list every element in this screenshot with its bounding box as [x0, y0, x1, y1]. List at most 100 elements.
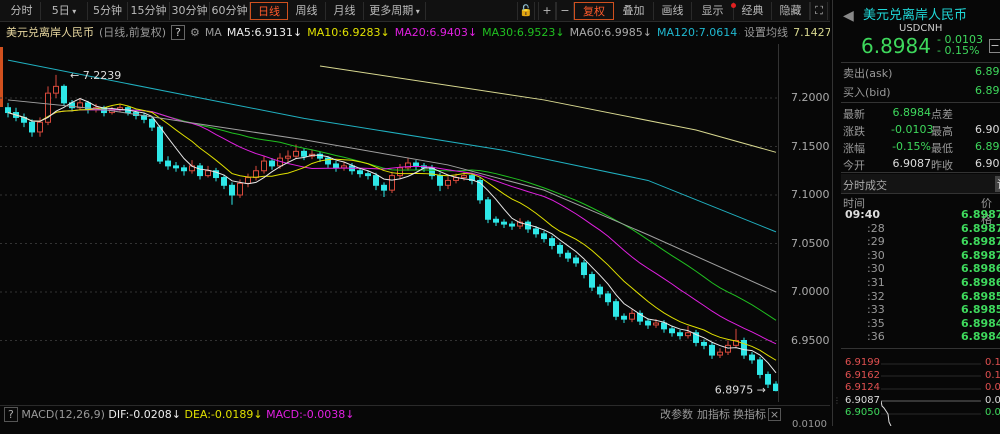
candle [717, 348, 723, 358]
period-tab-2[interactable]: 5分钟 [88, 2, 128, 20]
candle [205, 165, 211, 178]
candle-body [557, 244, 563, 254]
tick-price: 6.8987 [961, 221, 1000, 235]
lock-icon[interactable]: 🔓 [517, 2, 535, 20]
candle [733, 328, 739, 349]
stat-label: 点差 [931, 108, 953, 121]
candle-body [373, 175, 379, 186]
candle [749, 352, 755, 364]
dea-value: DEA:-0.0189↓ [184, 408, 263, 421]
zoom-in-button[interactable]: + [538, 2, 556, 20]
candle-body [653, 322, 659, 326]
candle [21, 113, 27, 128]
ma120-value: MA120:7.0614↓ [657, 26, 746, 39]
candle [573, 255, 579, 267]
period-tab-6[interactable]: 日线 [250, 2, 288, 20]
add-indicator-button[interactable]: 加指标 [697, 406, 730, 424]
candle-body [269, 160, 275, 167]
set-ma-button[interactable]: 设置均线 [740, 23, 792, 43]
tick-time: 09:40 [845, 208, 881, 221]
toolbar-button-3[interactable]: 显示 [692, 2, 734, 20]
candle-body [533, 228, 539, 235]
minimize-button[interactable]: − [989, 39, 1000, 53]
candle-body [365, 173, 371, 177]
macd-help-button[interactable]: ? [4, 407, 18, 422]
fullscreen-icon[interactable]: ⛶ [810, 2, 828, 20]
candle [549, 235, 555, 250]
period-tab-5[interactable]: 60分钟 [210, 2, 250, 20]
candle [397, 163, 403, 179]
stat-value: 6.9087 [892, 157, 932, 170]
candle-body [685, 332, 691, 337]
period-tab-8[interactable]: 月线 [326, 2, 364, 20]
stat-value: 6.908 [975, 157, 1000, 170]
mini-pct-label: 0.00 [985, 394, 1000, 406]
candle [157, 125, 163, 164]
toolbar-button-4[interactable]: 经典 [734, 2, 772, 20]
toolbar-button-2[interactable]: 画线 [654, 2, 692, 20]
candle-body [589, 274, 595, 288]
candle-body [605, 293, 611, 303]
period-tab-4[interactable]: 30分钟 [170, 2, 210, 20]
detail-button[interactable]: 详 [995, 176, 1000, 192]
toolbar-button-1[interactable]: 叠加 [614, 2, 654, 20]
candle-body [301, 150, 307, 157]
mini-pct-label: 0.05 [985, 382, 1000, 393]
candle [285, 150, 291, 163]
high-price-label: ← 7.2239 [70, 69, 121, 82]
quote-panel: ◀ 美元兑离岸人民币 USDCNH 6.8984 - 0.0103 - 0.15… [832, 0, 1000, 426]
divider [841, 62, 1000, 63]
ma10-value: MA10:6.9283↓ [307, 26, 390, 39]
ma20-line [7, 109, 777, 345]
candle [309, 149, 315, 160]
tick-price: 6.8987 [961, 235, 1000, 249]
candle-body [701, 341, 707, 346]
stat-value: 6.908 [975, 123, 1000, 136]
candle [253, 165, 259, 181]
stat-label: 昨收 [931, 159, 953, 172]
ask-row: 卖出(ask)6.898 [843, 65, 1000, 80]
candle [213, 167, 219, 182]
ma30-line [7, 109, 777, 321]
candle [333, 161, 339, 172]
tick-time: :31 [867, 276, 885, 289]
period-tab-9[interactable]: 更多周期 ▾ [364, 2, 426, 20]
collapse-arrow-icon[interactable]: ◀ [843, 8, 854, 24]
resize-handle[interactable]: ⋮ [833, 396, 841, 405]
candle-body [229, 184, 235, 196]
candle-body [461, 175, 467, 179]
edit-params-button[interactable]: 改参数 [660, 406, 693, 424]
ma20-value: MA20:6.9403↓ [394, 26, 478, 39]
close-indicator-button[interactable]: × [768, 408, 781, 421]
candle-body [157, 126, 163, 162]
period-tab-0[interactable]: 分时 [3, 2, 41, 20]
toolbar-button-0[interactable]: 复权 [574, 2, 614, 20]
axis-label: 7.0000 [791, 285, 830, 298]
candle [413, 160, 419, 170]
ma5-line [7, 98, 777, 374]
candle-body [173, 165, 179, 169]
period-tab-7[interactable]: 周线 [288, 2, 326, 20]
zoom-out-button[interactable]: − [556, 2, 574, 20]
bid-row: 买入(bid)6.898 [843, 84, 1000, 99]
candle [629, 309, 635, 323]
swap-indicator-button[interactable]: 换指标 [733, 406, 766, 424]
candle [509, 221, 515, 230]
help-button[interactable]: ? [171, 25, 185, 40]
candle-body [333, 163, 339, 169]
candle [445, 176, 451, 190]
candle-body [221, 177, 227, 186]
toolbar-button-5[interactable]: 隐藏 [772, 2, 810, 20]
period-tab-1[interactable]: 5日 ▾ [41, 2, 88, 20]
candle-body [549, 238, 555, 246]
period-tab-3[interactable]: 15分钟 [128, 2, 170, 20]
candle [477, 177, 483, 204]
candlestick-chart[interactable]: ← 7.2239 6.8975 → [0, 44, 778, 405]
mini-price-label: 6.9087 [845, 394, 880, 406]
candle-body [293, 150, 299, 157]
candle-body [581, 262, 587, 276]
candle-body [493, 218, 499, 223]
macd-axis-label: 0.0100 [792, 419, 827, 430]
gear-icon[interactable]: ⚙ [190, 26, 200, 39]
macd-bar: ? MACD(12,26,9) DIF:-0.0208↓ DEA:-0.0189… [0, 405, 830, 430]
